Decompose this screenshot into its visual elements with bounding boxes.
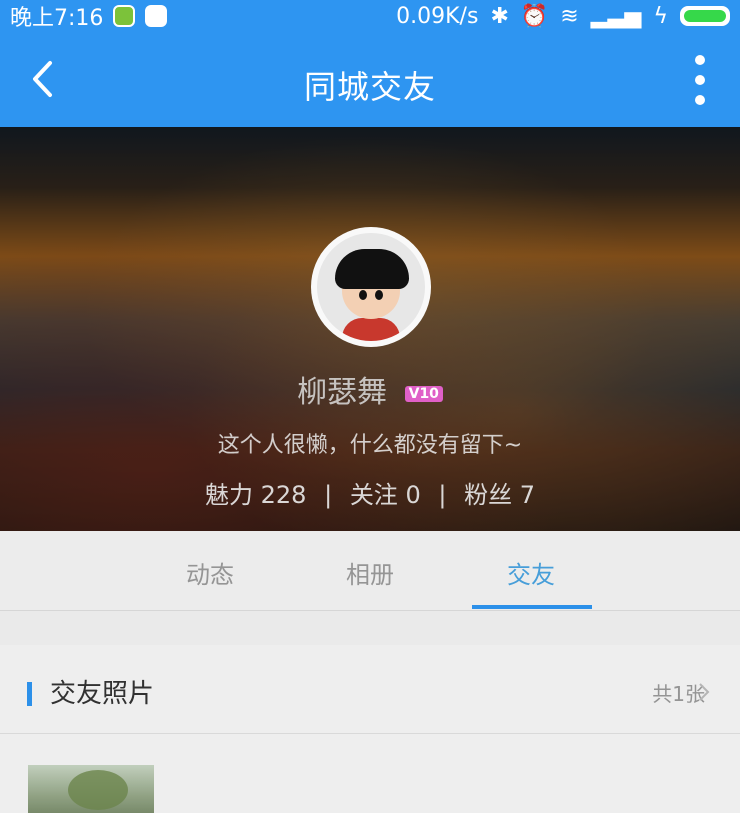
battery-icon bbox=[680, 6, 730, 26]
active-tab-indicator bbox=[472, 605, 592, 609]
avatar[interactable] bbox=[311, 227, 431, 347]
charging-icon: ϟ bbox=[653, 3, 668, 29]
app-green-icon bbox=[113, 5, 136, 27]
photo-thumbnail[interactable] bbox=[28, 765, 154, 813]
tab-dynamics[interactable]: 动态 bbox=[186, 555, 234, 590]
bluetooth-icon: ✱ bbox=[490, 3, 509, 29]
profile-hero: 柳瑟舞 V10 这个人很懒，什么都没有留下~ 魅力 228 | 关注 0 | 粉… bbox=[0, 127, 740, 531]
more-dot bbox=[695, 95, 705, 105]
tab-dating[interactable]: 交友 bbox=[507, 555, 555, 590]
app-header: 同城交友 bbox=[0, 32, 740, 127]
avatar-eye-left bbox=[359, 290, 367, 300]
avatar-hair bbox=[335, 249, 409, 289]
status-left: 晚上7:16 bbox=[10, 0, 168, 32]
tab-album[interactable]: 相册 bbox=[346, 555, 394, 590]
status-right: 0.09K/s ✱ ⏰ ≋ ▂▃▅ ϟ bbox=[396, 4, 730, 29]
dating-photos-section: 交友照片 共1张 bbox=[0, 645, 740, 813]
section-divider bbox=[0, 733, 740, 734]
status-time: 晚上7:16 bbox=[10, 6, 104, 31]
stat-separator: | bbox=[324, 481, 333, 509]
profile-tabs: 动态 相册 交友 bbox=[0, 531, 740, 611]
section-accent-bar bbox=[27, 682, 32, 706]
fans-stat[interactable]: 粉丝 7 bbox=[464, 481, 535, 509]
section-title: 交友照片 bbox=[50, 679, 155, 709]
page-title: 同城交友 bbox=[303, 68, 436, 106]
signal-icon: ▂▃▅ bbox=[590, 3, 642, 29]
profile-name: 柳瑟舞 bbox=[297, 375, 388, 410]
app-white-icon bbox=[145, 5, 168, 27]
avatar-shirt bbox=[342, 318, 400, 341]
more-dot bbox=[695, 55, 705, 65]
profile-stats: 魅力 228 | 关注 0 | 粉丝 7 bbox=[0, 475, 740, 510]
profile-name-row: 柳瑟舞 V10 bbox=[0, 367, 740, 411]
network-speed: 0.09K/s bbox=[396, 3, 479, 29]
profile-signature: 这个人很懒，什么都没有留下~ bbox=[217, 433, 523, 458]
stat-separator: | bbox=[438, 481, 447, 509]
follow-stat[interactable]: 关注 0 bbox=[350, 481, 421, 509]
wifi-icon: ≋ bbox=[560, 3, 579, 29]
charm-stat: 魅力 228 bbox=[205, 481, 307, 509]
more-dot bbox=[695, 75, 705, 85]
more-vertical-icon[interactable] bbox=[690, 55, 710, 105]
avatar-eye-right bbox=[375, 290, 383, 300]
vip-badge: V10 bbox=[404, 385, 443, 402]
chevron-right-icon[interactable] bbox=[698, 682, 710, 702]
alarm-icon: ⏰ bbox=[520, 3, 549, 29]
status-bar: 晚上7:16 0.09K/s ✱ ⏰ ≋ ▂▃▅ ϟ bbox=[0, 0, 740, 32]
